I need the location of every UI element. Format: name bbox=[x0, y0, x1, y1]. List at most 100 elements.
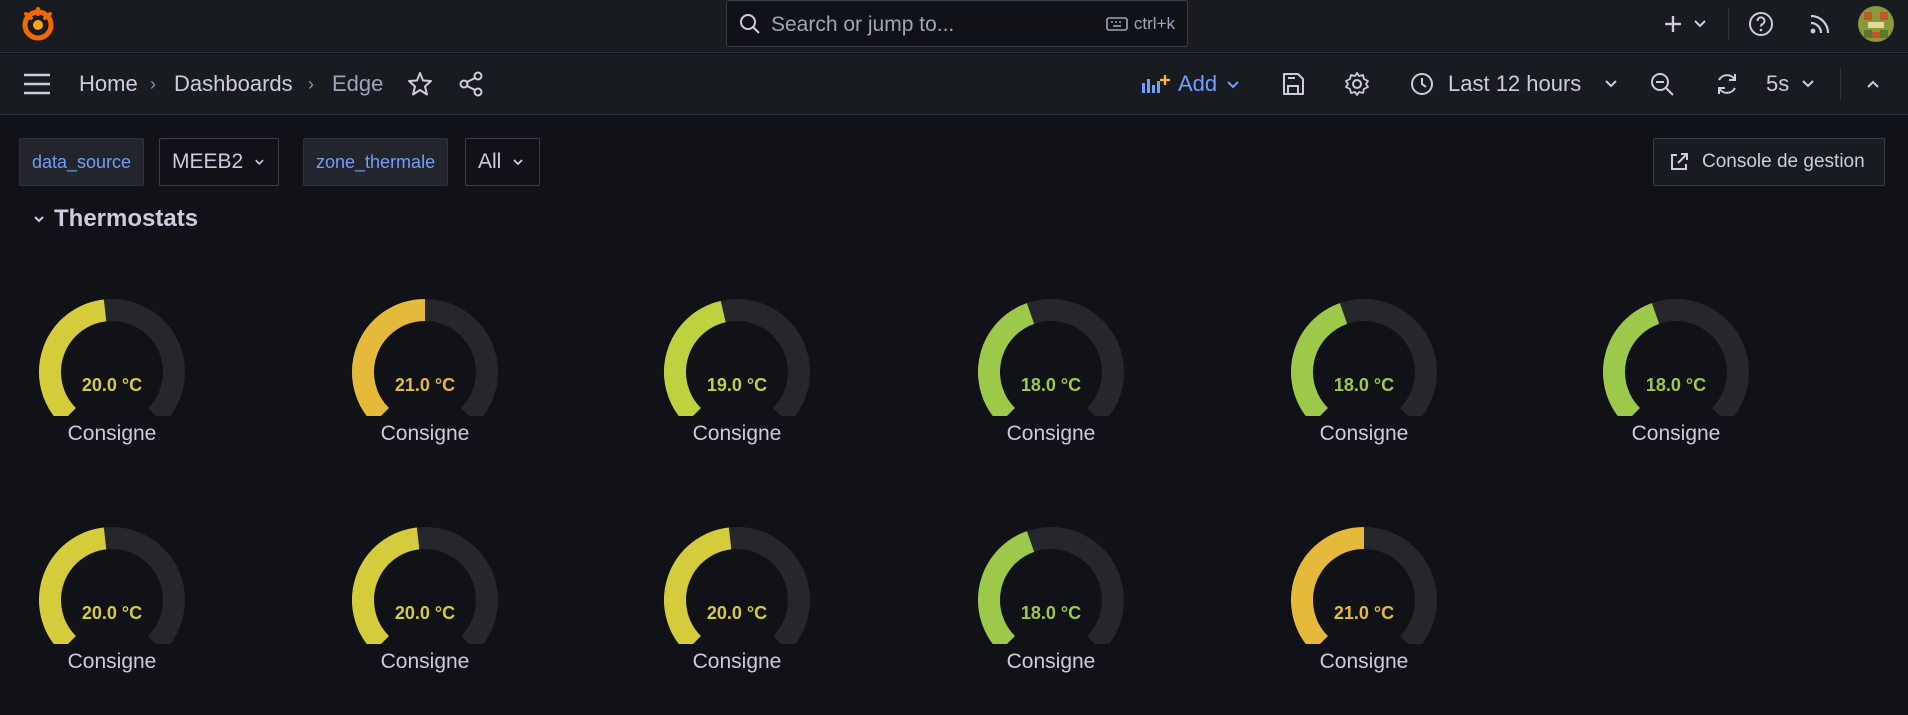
gauge-panel[interactable]: 20.0 °C Consigne bbox=[12, 524, 212, 704]
gauge-value-arc bbox=[664, 300, 727, 416]
gauge-value: 21.0 °C bbox=[1333, 603, 1395, 623]
gauge-value-arc bbox=[1291, 527, 1365, 644]
variable-value: MEEB2 bbox=[172, 150, 244, 173]
avatar[interactable] bbox=[1858, 6, 1894, 42]
variable-select-data-source[interactable]: MEEB2 bbox=[159, 138, 279, 186]
gauge-dial bbox=[1291, 527, 1437, 644]
chevron-down-icon[interactable] bbox=[1800, 76, 1816, 92]
breadcrumb-separator: › bbox=[150, 74, 156, 94]
rss-icon[interactable] bbox=[1806, 10, 1834, 38]
help-icon[interactable] bbox=[1747, 10, 1775, 38]
gauge-value: 20.0 °C bbox=[81, 375, 143, 395]
gauge-value: 20.0 °C bbox=[394, 603, 456, 623]
menu-icon[interactable] bbox=[22, 71, 52, 97]
gauge-dial bbox=[39, 527, 185, 644]
gauge-label: Consigne bbox=[692, 650, 782, 673]
add-button-label: Add bbox=[1178, 71, 1218, 96]
gauge-dial bbox=[664, 527, 810, 644]
share-icon[interactable] bbox=[458, 71, 484, 97]
gauge-dial bbox=[352, 527, 498, 644]
chevron-up-icon[interactable] bbox=[1865, 76, 1881, 92]
variable-label-zone-thermale: zone_thermale bbox=[303, 138, 449, 186]
gauge-value: 19.0 °C bbox=[706, 375, 768, 395]
gauge-panel[interactable]: 20.0 °C Consigne bbox=[325, 524, 525, 704]
star-icon[interactable] bbox=[407, 71, 433, 97]
gauge-panel[interactable]: 20.0 °C Consigne bbox=[12, 296, 212, 476]
gauge-value-arc bbox=[352, 527, 420, 644]
refresh-interval-picker[interactable]: 5s bbox=[1766, 71, 1789, 97]
gauge-dial bbox=[978, 527, 1124, 644]
breadcrumb-dashboards[interactable]: Dashboards bbox=[174, 71, 293, 97]
external-link-icon bbox=[1671, 153, 1688, 170]
breadcrumb-separator: › bbox=[308, 74, 314, 94]
gauge-panel[interactable]: 19.0 °C Consigne bbox=[637, 296, 837, 476]
time-range-picker[interactable]: Last 12 hours bbox=[1448, 71, 1581, 97]
gauge-dial bbox=[1603, 299, 1749, 416]
chevron-down-icon bbox=[1227, 81, 1239, 89]
plus-icon[interactable] bbox=[1659, 10, 1687, 38]
breadcrumb-current: Edge bbox=[332, 71, 384, 96]
gauge-label: Consigne bbox=[1006, 422, 1096, 445]
gauge-label: Consigne bbox=[380, 422, 470, 445]
variable-value: All bbox=[478, 150, 502, 173]
gauge-dial bbox=[978, 299, 1124, 416]
refresh-icon[interactable] bbox=[1714, 71, 1740, 97]
chevron-down-icon bbox=[34, 216, 44, 223]
gauge-value-arc bbox=[352, 299, 426, 416]
gauge-label: Consigne bbox=[692, 422, 782, 445]
add-button[interactable]: Add bbox=[1140, 64, 1241, 104]
gauge-value: 18.0 °C bbox=[1333, 375, 1395, 395]
add-panel-icon bbox=[1142, 75, 1170, 93]
chevron-down-icon bbox=[255, 159, 264, 165]
gauge-dial bbox=[352, 299, 498, 416]
console-button-label: Console de gestion bbox=[1702, 151, 1865, 172]
gauge-panel[interactable]: 18.0 °C Consigne bbox=[1576, 296, 1776, 476]
gauge-label: Consigne bbox=[67, 650, 157, 673]
save-icon[interactable] bbox=[1280, 71, 1306, 97]
gauge-label: Consigne bbox=[380, 650, 470, 673]
gauge-value: 21.0 °C bbox=[394, 375, 456, 395]
clock-icon[interactable] bbox=[1409, 71, 1435, 97]
gauge-value: 20.0 °C bbox=[81, 603, 143, 623]
variable-label-data-source: data_source bbox=[19, 138, 145, 186]
gauge-value-arc bbox=[978, 303, 1035, 416]
row-header-thermostats[interactable]: Thermostats bbox=[32, 205, 198, 233]
gauge-value-arc bbox=[39, 299, 107, 416]
chevron-down-icon[interactable] bbox=[1686, 10, 1714, 38]
gauge-panel[interactable]: 18.0 °C Consigne bbox=[1264, 296, 1464, 476]
keyboard-icon bbox=[1106, 17, 1128, 31]
gauge-value: 20.0 °C bbox=[706, 603, 768, 623]
settings-gear-icon[interactable] bbox=[1344, 71, 1370, 97]
gauge-value-arc bbox=[39, 527, 107, 644]
dashboard-nav-bar: Home › Dashboards › Edge Add Last 12 hou… bbox=[0, 54, 1908, 115]
breadcrumb-home[interactable]: Home bbox=[79, 71, 138, 97]
console-de-gestion-link[interactable]: Console de gestion bbox=[1653, 138, 1885, 186]
chevron-down-icon[interactable] bbox=[1603, 76, 1619, 92]
gauge-label: Consigne bbox=[1319, 650, 1409, 673]
gauge-value-arc bbox=[664, 527, 732, 644]
grafana-logo-icon[interactable] bbox=[20, 6, 56, 42]
top-bar: Search or jump to... ctrl+k bbox=[0, 0, 1908, 53]
gauge-label: Consigne bbox=[1319, 422, 1409, 445]
gauge-label: Consigne bbox=[1631, 422, 1721, 445]
row-title: Thermostats bbox=[54, 205, 199, 232]
gauge-value: 18.0 °C bbox=[1020, 603, 1082, 623]
gauge-panel[interactable]: 21.0 °C Consigne bbox=[1264, 524, 1464, 704]
divider bbox=[1840, 68, 1841, 100]
search-placeholder: Search or jump to... bbox=[771, 13, 955, 36]
gauge-panel[interactable]: 21.0 °C Consigne bbox=[325, 296, 525, 476]
gauge-value: 18.0 °C bbox=[1645, 375, 1707, 395]
variable-select-zone-thermale[interactable]: All bbox=[465, 138, 540, 186]
gauge-dial bbox=[39, 299, 185, 416]
search-icon bbox=[740, 14, 760, 34]
divider bbox=[1728, 8, 1729, 40]
zoom-out-icon[interactable] bbox=[1649, 71, 1675, 97]
gauge-panel[interactable]: 20.0 °C Consigne bbox=[637, 524, 837, 704]
gauge-value-arc bbox=[978, 531, 1035, 644]
gauge-value-arc bbox=[1603, 303, 1660, 416]
search-bar[interactable]: Search or jump to... ctrl+k bbox=[726, 0, 1188, 47]
gauge-dial bbox=[1291, 299, 1437, 416]
gauge-panel[interactable]: 18.0 °C Consigne bbox=[951, 524, 1151, 704]
gauge-value-arc bbox=[1291, 303, 1348, 416]
gauge-panel[interactable]: 18.0 °C Consigne bbox=[951, 296, 1151, 476]
